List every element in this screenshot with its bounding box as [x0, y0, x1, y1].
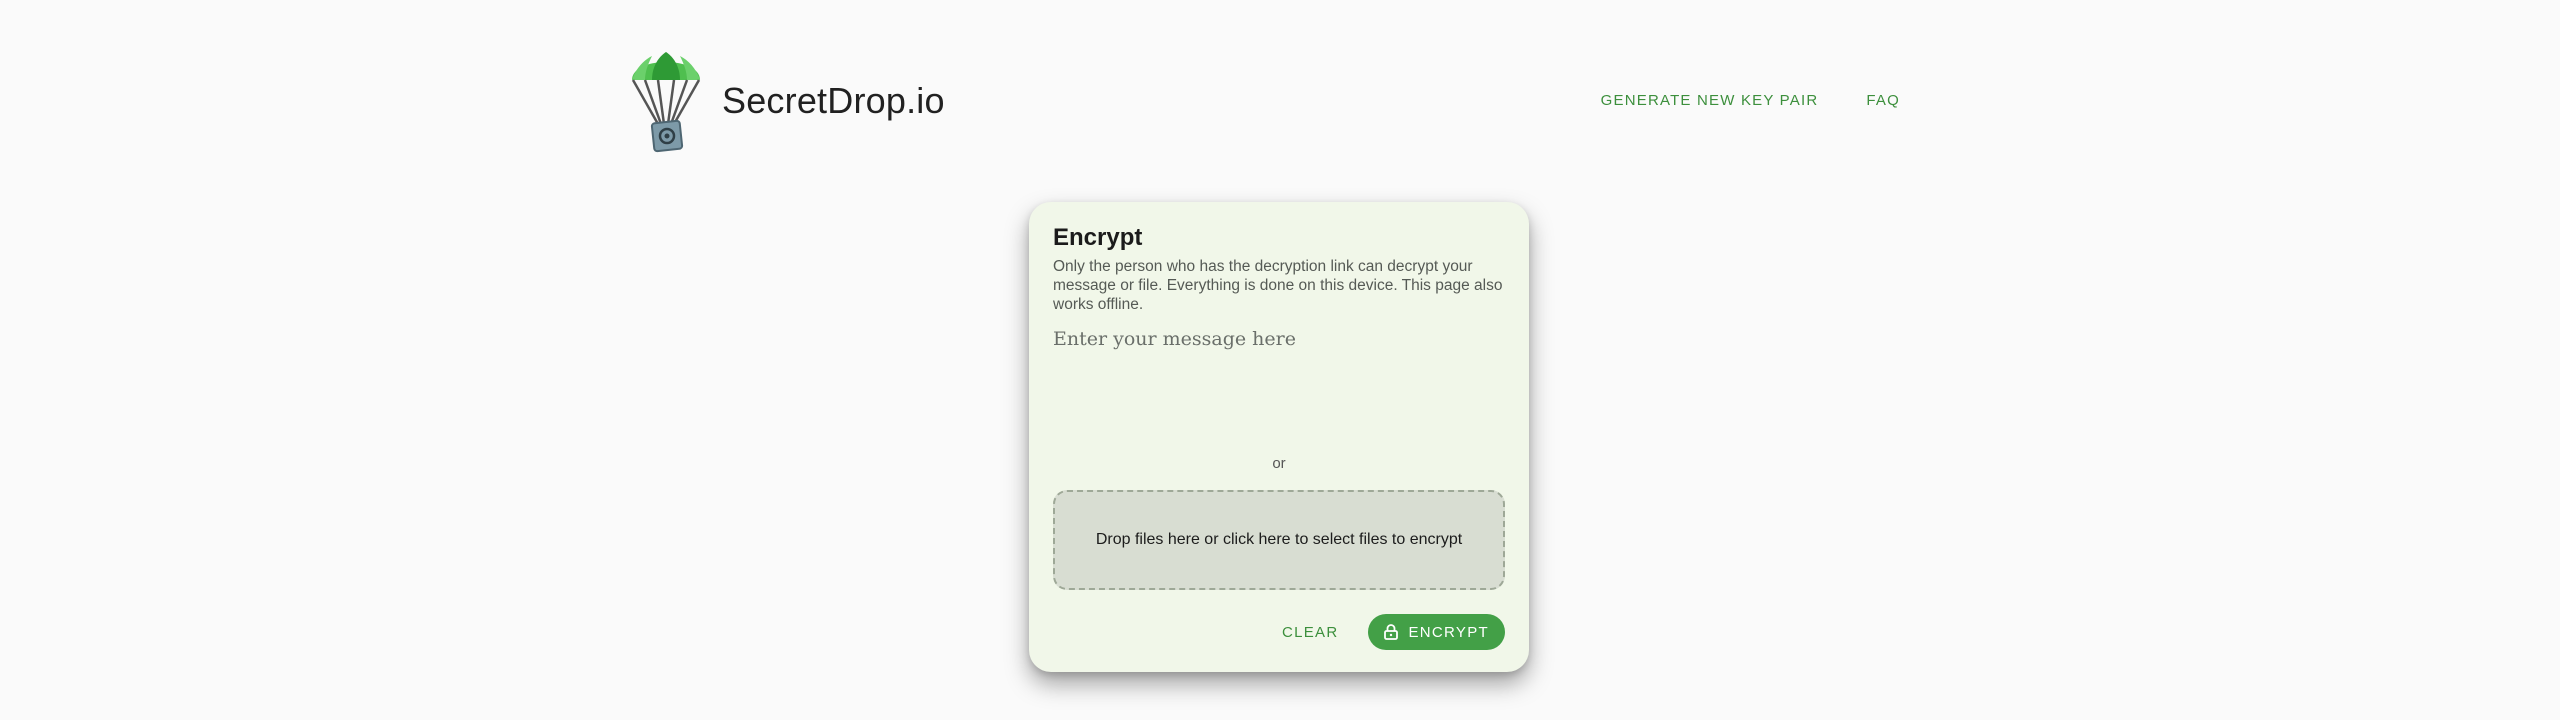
parachute-safe-icon[interactable]: [628, 44, 704, 156]
encrypt-card: Encrypt Only the person who has the decr…: [1029, 202, 1529, 672]
generate-key-pair-link[interactable]: GENERATE NEW KEY PAIR: [1601, 92, 1819, 109]
card-description: Only the person who has the decryption l…: [1053, 258, 1503, 313]
file-dropzone[interactable]: Drop files here or click here to select …: [1053, 490, 1505, 590]
lock-icon: [1384, 624, 1399, 640]
encrypt-button-label: ENCRYPT: [1408, 623, 1489, 641]
dropzone-label: Drop files here or click here to select …: [1095, 531, 1463, 548]
message-input[interactable]: [1053, 328, 1505, 428]
card-title: Encrypt: [1053, 224, 1143, 251]
encrypt-button[interactable]: ENCRYPT: [1368, 614, 1505, 650]
brand-title[interactable]: SecretDrop.io: [722, 80, 945, 122]
or-separator: or: [1272, 455, 1286, 472]
app-header: SecretDrop.io GENERATE NEW KEY PAIR FAQ: [628, 44, 1900, 156]
card-actions: CLEAR ENCRYPT: [1276, 614, 1505, 650]
top-nav: GENERATE NEW KEY PAIR FAQ: [1601, 92, 1900, 109]
clear-button[interactable]: CLEAR: [1276, 616, 1345, 649]
faq-link[interactable]: FAQ: [1866, 92, 1900, 109]
